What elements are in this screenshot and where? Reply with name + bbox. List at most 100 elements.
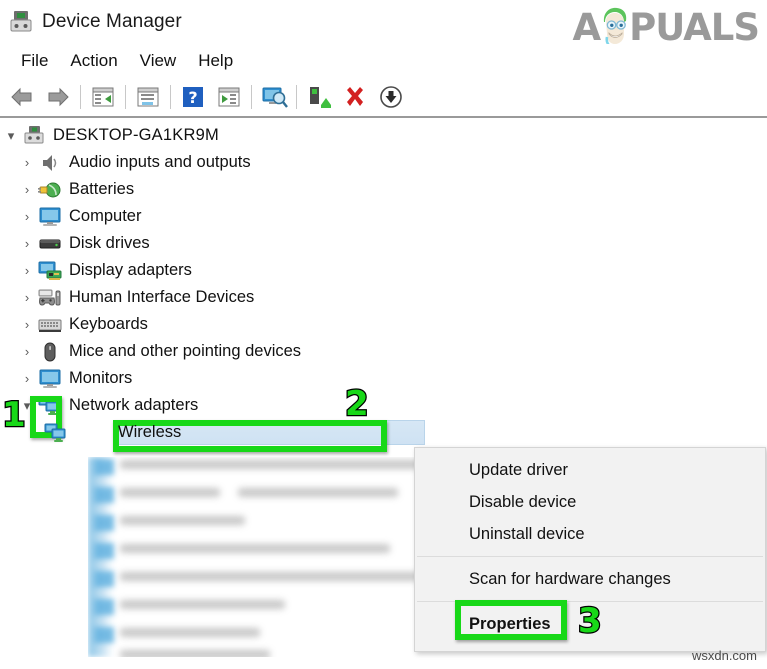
tree-item-label: Display adapters bbox=[69, 261, 192, 280]
chevron-right-icon[interactable]: › bbox=[16, 284, 38, 311]
chevron-right-icon[interactable]: › bbox=[16, 203, 38, 230]
redacted-text bbox=[120, 650, 270, 657]
forward-icon[interactable] bbox=[40, 80, 76, 114]
tree-root-label: DESKTOP-GA1KR9M bbox=[53, 126, 219, 145]
update-driver-icon[interactable] bbox=[301, 80, 337, 114]
scan-hardware-changes-icon[interactable] bbox=[256, 80, 292, 114]
next-icon[interactable] bbox=[211, 80, 247, 114]
redacted-text bbox=[120, 460, 420, 469]
svg-text:?: ? bbox=[188, 88, 197, 107]
tree-item-label: Audio inputs and outputs bbox=[69, 153, 251, 172]
toolbar-separator bbox=[80, 85, 81, 109]
disk-drive-icon bbox=[38, 233, 62, 255]
redacted-icon bbox=[94, 627, 114, 643]
redacted-text bbox=[120, 488, 220, 497]
monitor-icon bbox=[38, 206, 62, 228]
tree-root-item[interactable]: ▾ DESKTOP-GA1KR9M bbox=[0, 122, 767, 149]
tree-item-display-adapters[interactable]: › Display adapters bbox=[0, 257, 767, 284]
redacted-text bbox=[120, 572, 420, 581]
redacted-text bbox=[238, 488, 398, 497]
battery-icon bbox=[38, 179, 62, 201]
logo-text-right: PUALS bbox=[629, 5, 760, 49]
display-adapter-icon bbox=[38, 260, 62, 282]
menu-help[interactable]: Help bbox=[187, 49, 244, 73]
mouse-icon bbox=[38, 341, 62, 363]
help-icon[interactable]: ? bbox=[175, 80, 211, 114]
hid-gamepad-icon bbox=[38, 287, 62, 309]
appuals-mascot-icon bbox=[597, 6, 631, 49]
redacted-text bbox=[120, 544, 390, 553]
device-manager-window: Device Manager A PUALS File Action View … bbox=[0, 0, 767, 669]
menu-action[interactable]: Action bbox=[59, 49, 128, 73]
toolbar-separator bbox=[125, 85, 126, 109]
tree-item-human-interface-devices[interactable]: › Human Interface Devices bbox=[0, 284, 767, 311]
logo-text-left: A bbox=[572, 5, 601, 49]
speaker-icon bbox=[38, 152, 62, 174]
back-icon[interactable] bbox=[4, 80, 40, 114]
redacted-icon bbox=[94, 571, 114, 587]
tree-item-batteries[interactable]: › Batteries bbox=[0, 176, 767, 203]
redacted-device-list bbox=[88, 457, 423, 657]
chevron-right-icon[interactable]: › bbox=[16, 176, 38, 203]
menu-item-update-driver[interactable]: Update driver bbox=[415, 454, 765, 486]
tree-item-monitors[interactable]: › Monitors bbox=[0, 365, 767, 392]
tree-item-label: Batteries bbox=[69, 180, 135, 199]
toolbar-separator bbox=[251, 85, 252, 109]
menu-item-properties[interactable]: Properties bbox=[415, 608, 765, 640]
tree-item-audio-inputs-and-outputs[interactable]: › Audio inputs and outputs bbox=[0, 149, 767, 176]
menu-item-disable-device[interactable]: Disable device bbox=[415, 486, 765, 518]
toolbar-separator bbox=[296, 85, 297, 109]
tree-item-label: Keyboards bbox=[69, 315, 148, 334]
tree-item-label: Network adapters bbox=[69, 396, 199, 415]
show-hide-console-tree-icon[interactable] bbox=[85, 80, 121, 114]
context-menu: Update driver Disable device Uninstall d… bbox=[414, 447, 766, 652]
chevron-right-icon[interactable]: › bbox=[16, 365, 38, 392]
chevron-down-icon[interactable]: ▾ bbox=[16, 392, 38, 419]
tree-item-label: Disk drives bbox=[69, 234, 150, 253]
tree-item-computer[interactable]: › Computer bbox=[0, 203, 767, 230]
tree-item-label: Mice and other pointing devices bbox=[69, 342, 302, 361]
appuals-logo: A PUALS bbox=[572, 5, 760, 49]
uninstall-device-icon[interactable] bbox=[373, 80, 409, 114]
tree-item-label: Wireless bbox=[118, 423, 182, 442]
watermark: wsxdn.com bbox=[691, 648, 757, 663]
menu-view[interactable]: View bbox=[129, 49, 188, 73]
chevron-right-icon[interactable]: › bbox=[16, 311, 38, 338]
tree-item-label: Human Interface Devices bbox=[69, 288, 255, 307]
menu-item-uninstall-device[interactable]: Uninstall device bbox=[415, 518, 765, 550]
redacted-icon bbox=[94, 543, 114, 559]
toolbar-separator bbox=[170, 85, 171, 109]
device-tree: ▾ DESKTOP-GA1KR9M › Audio inputs and out… bbox=[0, 122, 767, 446]
tree-item-network-adapters[interactable]: ▾ Network adapters bbox=[0, 392, 767, 419]
redacted-text bbox=[120, 516, 245, 525]
menu-file[interactable]: File bbox=[10, 49, 59, 73]
redacted-icon bbox=[94, 599, 114, 615]
keyboard-icon bbox=[38, 314, 62, 336]
chevron-right-icon[interactable]: › bbox=[16, 338, 38, 365]
chevron-right-icon[interactable]: › bbox=[16, 230, 38, 257]
redacted-icon bbox=[94, 515, 114, 531]
tree-item-wireless[interactable]: Wireless bbox=[0, 419, 767, 446]
tree-item-label: Computer bbox=[69, 207, 142, 226]
device-manager-icon bbox=[8, 9, 34, 35]
redacted-icon bbox=[94, 459, 114, 475]
menu-separator bbox=[417, 601, 763, 602]
window-title: Device Manager bbox=[42, 11, 182, 32]
tree-item-keyboards[interactable]: › Keyboards bbox=[0, 311, 767, 338]
monitor-icon bbox=[38, 368, 62, 390]
disable-device-icon[interactable] bbox=[337, 80, 373, 114]
toolbar: ? bbox=[0, 78, 767, 118]
tree-item-label: Monitors bbox=[69, 369, 133, 388]
redacted-text bbox=[120, 600, 285, 609]
network-adapter-icon bbox=[38, 395, 62, 417]
redacted-icon bbox=[94, 487, 114, 503]
chevron-down-icon[interactable]: ▾ bbox=[0, 122, 22, 149]
properties-icon[interactable] bbox=[130, 80, 166, 114]
tree-item-disk-drives[interactable]: › Disk drives bbox=[0, 230, 767, 257]
menu-item-scan-for-hardware-changes[interactable]: Scan for hardware changes bbox=[415, 563, 765, 595]
chevron-right-icon[interactable]: › bbox=[16, 149, 38, 176]
tree-item-mice-and-other-pointing-devices[interactable]: › Mice and other pointing devices bbox=[0, 338, 767, 365]
chevron-right-icon[interactable]: › bbox=[16, 257, 38, 284]
computer-root-icon bbox=[22, 125, 46, 147]
menu-bar: File Action View Help bbox=[0, 44, 767, 78]
